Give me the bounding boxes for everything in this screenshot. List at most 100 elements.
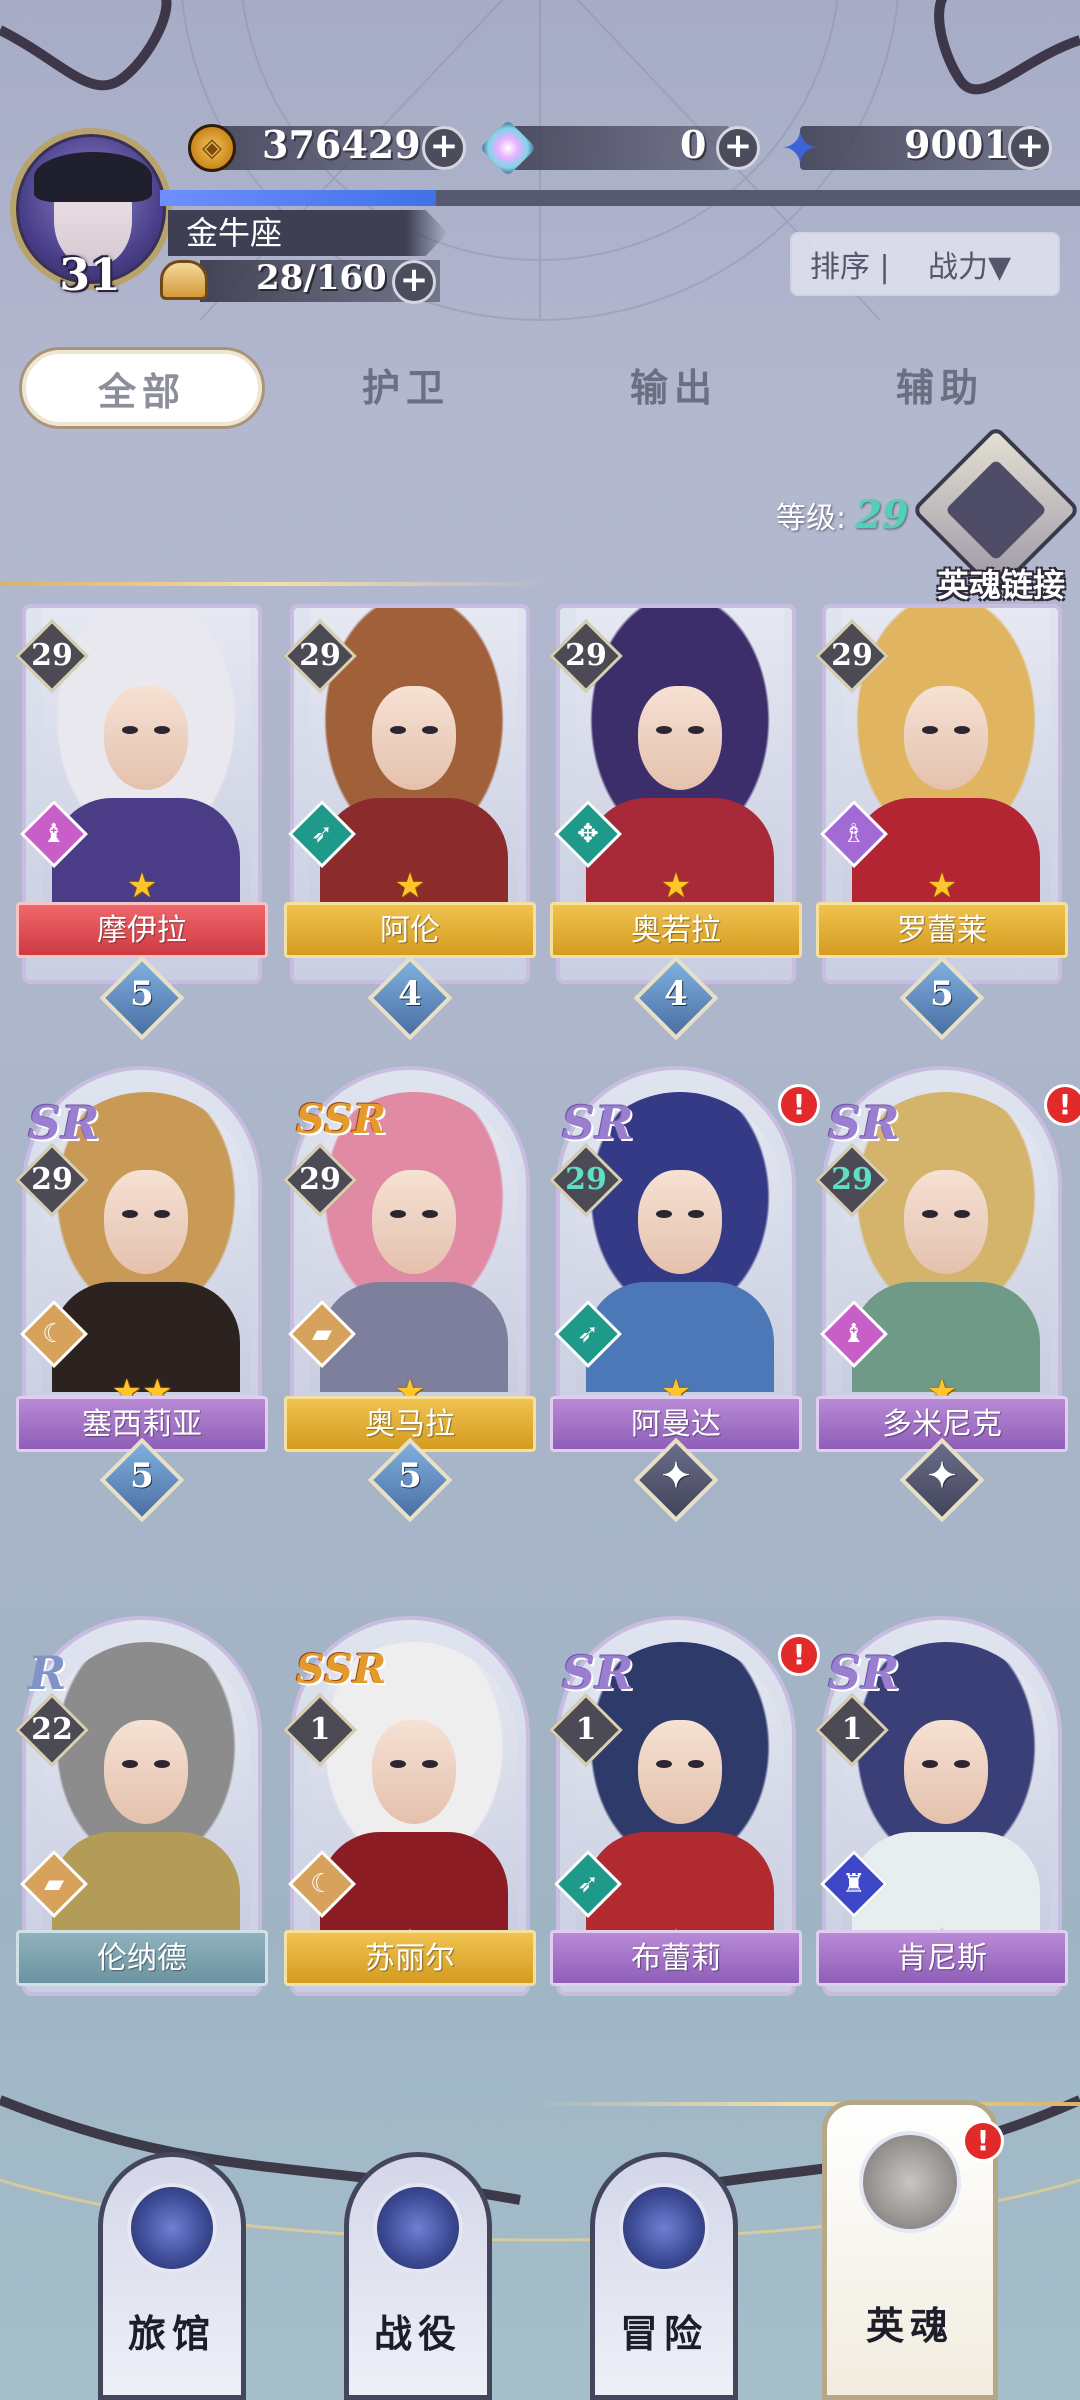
hero-level: 29 [565, 1162, 607, 1197]
rank-value: ✦ [661, 1456, 691, 1496]
nav-tavern[interactable]: 旅馆 [98, 2152, 246, 2400]
hero-card[interactable]: 29 ➶ ★ 阿伦 4 [283, 604, 536, 1041]
hero-face [638, 686, 722, 790]
hero-face [638, 1720, 722, 1824]
hero-name: 肯尼斯 [816, 1930, 1068, 1986]
hero-level: 29 [31, 638, 73, 673]
stamina-value: 28/160 [256, 258, 387, 298]
hero-alert-badge: ! [1044, 1084, 1080, 1126]
nav-hero-soul-alert: ! [962, 2120, 1004, 2162]
hero-eye [656, 1210, 672, 1218]
hero-name: 摩伊拉 [16, 902, 268, 958]
tab-guard[interactable]: 护卫 [286, 350, 526, 426]
bread-icon [160, 260, 208, 300]
hero-card[interactable]: 29 ✥ ★ 奥若拉 4 [549, 604, 802, 1041]
level-filter[interactable]: 等级: 29 [776, 492, 909, 537]
hero-card[interactable]: SR 29 ➶ ★ 阿曼达 ✦! [549, 1066, 820, 1523]
tab-support[interactable]: 辅助 [820, 350, 1060, 426]
rank-value: ✦ [927, 1456, 957, 1496]
rarity-badge: SR [562, 1646, 634, 1700]
hero-card[interactable]: SR 29 ♝ ★ 多米尼克 ✦! [815, 1066, 1080, 1523]
hero-eye [154, 726, 170, 734]
hero-alert-badge: ! [778, 1634, 820, 1676]
gold-amount: 376429 [262, 122, 421, 167]
hero-card[interactable]: 29 ♝ ★ 摩伊拉 5 [15, 604, 268, 1041]
rarity-badge: SR [828, 1096, 900, 1150]
hero-eye [656, 726, 672, 734]
hero-face [104, 1170, 188, 1274]
sort-dropdown[interactable]: 排序 | 战力▼ [790, 232, 1060, 296]
nav-tavern-label: 旅馆 [127, 2312, 216, 2356]
nav-adventure[interactable]: 冒险 [590, 2152, 738, 2400]
level-filter-value: 29 [855, 492, 909, 537]
rose-icon [859, 2131, 961, 2233]
rarity-badge: SR [828, 1646, 900, 1700]
hero-card[interactable]: SR 29 ☾ ★★ 塞西莉亚 5 [15, 1066, 268, 1523]
hero-eye [122, 1760, 138, 1768]
rarity-badge: R [28, 1646, 67, 1700]
sort-value: 战力▼ [928, 250, 1012, 285]
hero-card[interactable]: SR1♜★肯尼斯 [815, 1616, 1068, 1996]
star-rating: ★ [660, 866, 692, 906]
hero-eye [390, 1760, 406, 1768]
hero-face [372, 686, 456, 790]
hero-level: 29 [31, 1162, 73, 1197]
exp-fill [160, 190, 436, 206]
hero-eye [390, 726, 406, 734]
hero-eye [122, 726, 138, 734]
player-name: 金牛座 [168, 210, 448, 256]
star-rating: ★ [126, 866, 158, 906]
hero-face [904, 686, 988, 790]
beer-mug-icon [127, 2183, 217, 2273]
hero-eye [154, 1210, 170, 1218]
rarity-badge: SSR [296, 1646, 387, 1693]
nav-campaign[interactable]: 战役 [344, 2152, 492, 2400]
level-filter-label: 等级: [776, 501, 847, 536]
gold-coin-icon: ◈ [188, 124, 236, 172]
compass-icon [619, 2183, 709, 2273]
hero-card[interactable]: SSR 29 ▰ ★ 奥马拉 5 [283, 1066, 536, 1523]
add-stamina-button[interactable]: + [392, 260, 436, 304]
star-crystal-icon: ✦ [780, 121, 820, 175]
hero-name: 阿伦 [284, 902, 536, 958]
hero-face [372, 1720, 456, 1824]
hero-level: 22 [31, 1712, 73, 1747]
hero-card[interactable]: R22▰★伦纳德 [15, 1616, 268, 1996]
rarity-badge: SSR [296, 1096, 387, 1143]
hero-eye [688, 1210, 704, 1218]
rank-value: 4 [398, 974, 422, 1014]
tab-output[interactable]: 输出 [554, 350, 794, 426]
hero-eye [122, 1210, 138, 1218]
hero-eye [922, 726, 938, 734]
rank-value: 5 [930, 974, 954, 1014]
hero-alert-badge: ! [778, 1084, 820, 1126]
hero-name: 奥若拉 [550, 902, 802, 958]
banner-icon [373, 2183, 463, 2273]
hero-grid: 29 ♝ ★ 摩伊拉 5 29 ➶ ★ 阿伦 4 29 ✥ ★ 奥若拉 4 29 ♗ ★ 罗蕾莱 5 SR 29 ☾ ★★ 塞西… [0, 600, 1080, 2060]
hero-eye [688, 1760, 704, 1768]
add-star-button[interactable]: + [1008, 126, 1052, 170]
nav-adventure-label: 冒险 [619, 2312, 708, 2356]
hero-level: 29 [299, 1162, 341, 1197]
hero-face [638, 1170, 722, 1274]
hero-level: 29 [831, 1162, 873, 1197]
hero-name: 布蕾莉 [550, 1930, 802, 1986]
add-gem-button[interactable]: + [716, 126, 760, 170]
role-tabs: 全部 护卫 输出 辅助 [0, 340, 1080, 440]
rarity-badge: SR [28, 1096, 100, 1150]
hero-card[interactable]: SSR1☾★苏丽尔 [283, 1616, 536, 1996]
rank-value: 5 [130, 974, 154, 1014]
nav-hero-soul-label: 英魂 [865, 2304, 954, 2348]
avatar-hat [34, 152, 152, 202]
hero-eye [954, 1210, 970, 1218]
sort-label: 排序 | [810, 250, 890, 285]
hero-level: 29 [565, 638, 607, 673]
tab-all[interactable]: 全部 [22, 350, 262, 426]
star-rating: ★ [926, 866, 958, 906]
hero-card[interactable]: 29 ♗ ★ 罗蕾莱 5 [815, 604, 1068, 1041]
hero-eye [422, 1760, 438, 1768]
add-gold-button[interactable]: + [422, 126, 466, 170]
hero-eye [954, 1760, 970, 1768]
hero-eye [688, 726, 704, 734]
hero-card[interactable]: SR1➶★布蕾莉! [549, 1616, 820, 1996]
